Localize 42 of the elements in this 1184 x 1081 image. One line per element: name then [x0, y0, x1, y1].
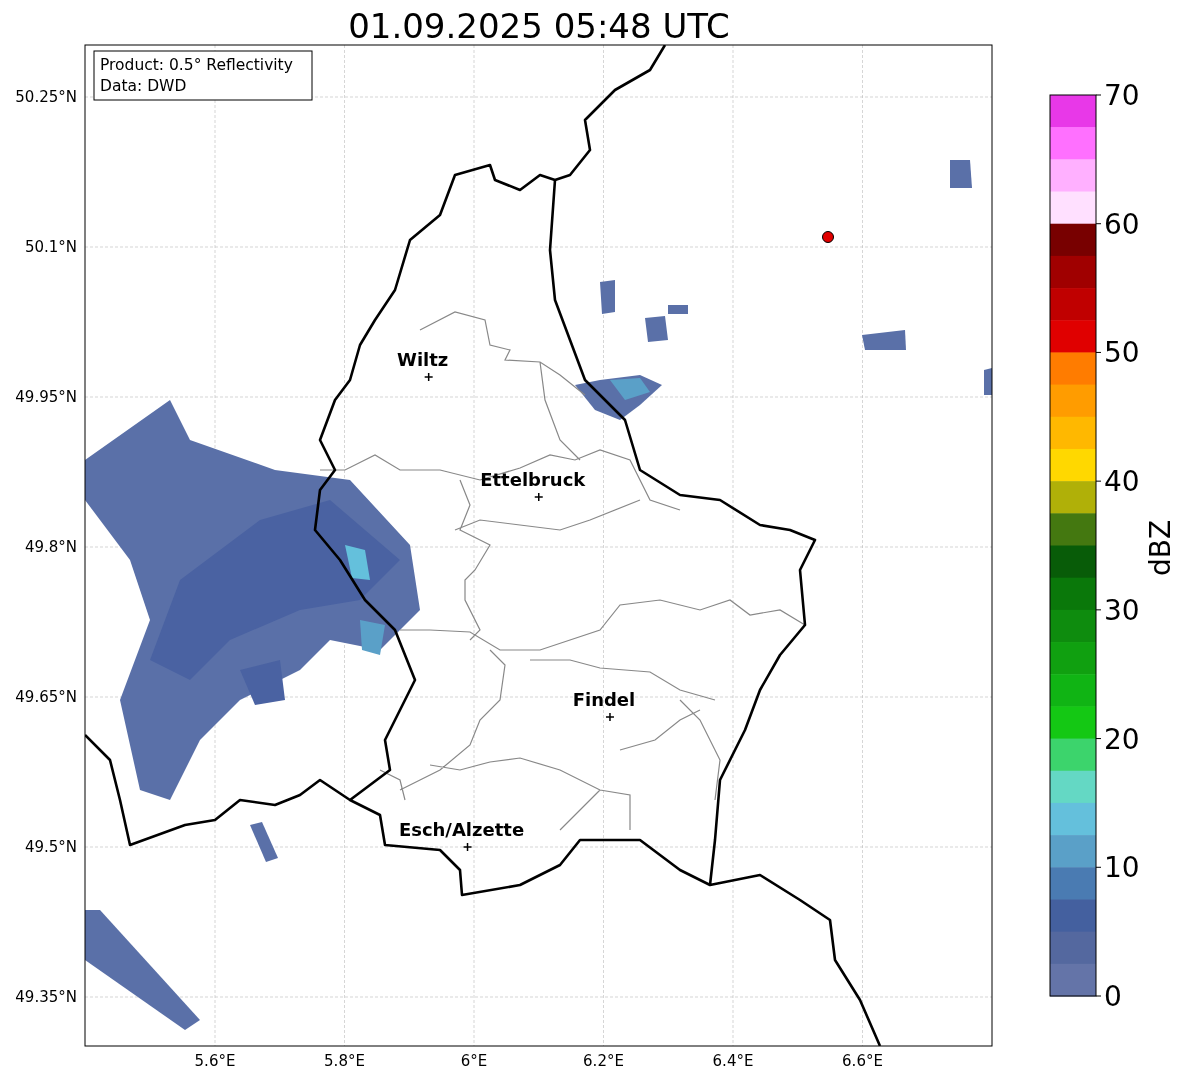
colorbar-tick-label: 0 [1104, 980, 1122, 1013]
city-label: Findel [572, 689, 636, 710]
colorbar-tick-label: 60 [1104, 207, 1140, 241]
colorbar-tick-label: 40 [1104, 465, 1140, 499]
colorbar-tick-label: 10 [1104, 851, 1140, 885]
tick-mark [1095, 351, 1102, 353]
latitude-label: 49.95°N [15, 388, 77, 406]
latitude-label: 50.1°N [24, 238, 77, 256]
city-marker-icon [423, 372, 434, 382]
latitude-label: 49.35°N [15, 988, 77, 1006]
colorbar-label: dBZ [1144, 519, 1177, 577]
info-text: Data: DWD [100, 77, 187, 95]
city-marker-icon [534, 492, 544, 502]
colorbar-tick-label: 30 [1104, 593, 1140, 627]
city-marker-icon [605, 712, 615, 722]
longitude-label: 6.4°E [712, 1052, 754, 1070]
latitude-label: 50.25°N [15, 88, 77, 106]
longitude-label: 6°E [460, 1052, 488, 1070]
city-label: Wiltz [397, 349, 449, 370]
latitude-label: 49.65°N [15, 688, 77, 706]
colorbar-tick-label: 20 [1104, 722, 1140, 756]
tick-mark [1095, 223, 1102, 225]
tick-mark [1095, 94, 1102, 96]
radar-site-marker [822, 231, 834, 243]
longitude-label: 5.8°E [324, 1052, 365, 1070]
colorbar-tick-label: 50 [1104, 336, 1140, 370]
tick-mark [1095, 609, 1102, 611]
longitude-label: 5.6°E [194, 1052, 236, 1070]
info-text: Product: 0.5° Reflectivity [100, 56, 293, 74]
tick-mark [1095, 480, 1102, 482]
city-marker-icon [462, 842, 473, 852]
city-label: Esch/Alzette [398, 819, 525, 840]
colorbar-tick-label: 70 [1104, 79, 1140, 112]
city-label: Ettelbruck [480, 469, 586, 490]
tick-mark [1095, 738, 1102, 740]
tick-mark [1095, 995, 1102, 997]
chart-title: 01.09.2025 05:48 UTC [348, 6, 730, 46]
longitude-label: 6.2°E [583, 1052, 624, 1070]
latitude-label: 49.8°N [24, 538, 77, 556]
tick-mark [1095, 866, 1102, 868]
latitude-label: 49.5°N [24, 838, 77, 856]
longitude-label: 6.6°E [842, 1052, 883, 1070]
